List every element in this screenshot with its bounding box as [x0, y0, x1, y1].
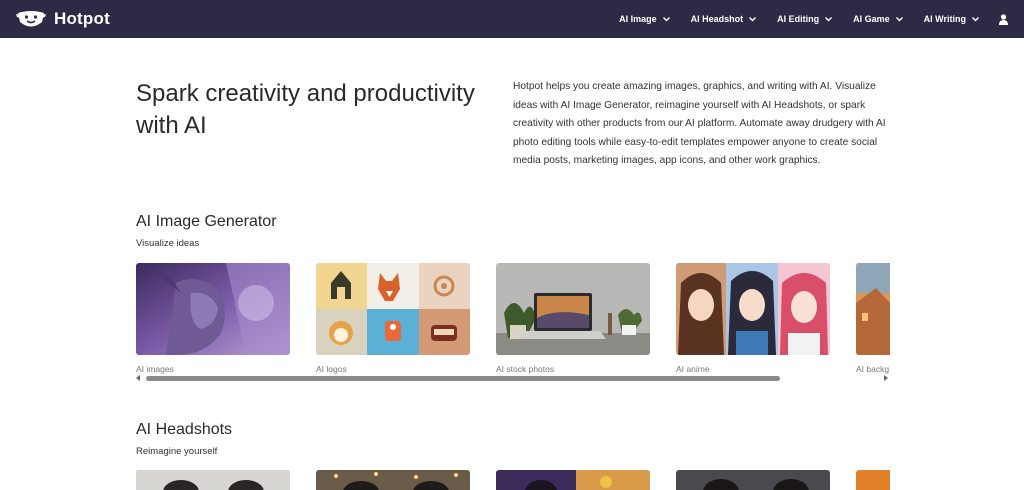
- image-generator-carousel: AI images AI logos AI stock photos AI an…: [136, 263, 890, 388]
- card-ai-images[interactable]: AI images: [136, 263, 290, 374]
- nav-label: AI Image: [619, 14, 657, 24]
- headshot-card[interactable]: [856, 470, 890, 490]
- chevron-down-icon: [972, 16, 979, 21]
- headshot-card[interactable]: [136, 470, 290, 490]
- nav-ai-image[interactable]: AI Image: [619, 14, 670, 24]
- brand-name: Hotpot: [54, 9, 110, 28]
- chevron-down-icon: [662, 16, 670, 21]
- user-account-icon[interactable]: [999, 13, 1008, 25]
- main-nav: AI Image AI Headshot AI Editing AI Game …: [598, 0, 1008, 38]
- hotpot-logo-icon: [16, 11, 46, 27]
- section-subtitle: Reimagine yourself: [136, 446, 218, 457]
- section-title-ai-image-generator[interactable]: AI Image Generator: [136, 213, 277, 231]
- top-navigation-bar: Hotpot AI Image AI Headshot AI Editing A…: [0, 0, 1024, 38]
- ai-anime-thumbnail: [676, 263, 830, 355]
- ai-images-thumbnail: [136, 263, 290, 355]
- headshots-carousel: [136, 470, 890, 490]
- card-ai-anime[interactable]: AI anime: [676, 263, 830, 374]
- hero-title: Spark creativity and productivity with A…: [136, 80, 475, 139]
- nav-label: AI Writing: [923, 14, 966, 24]
- card-ai-stock-photos[interactable]: AI stock photos: [496, 263, 650, 374]
- card-ai-backgrounds[interactable]: AI backg: [856, 263, 890, 374]
- scroll-left-arrow-icon[interactable]: [136, 375, 140, 381]
- carousel-scrollbar[interactable]: [136, 373, 890, 383]
- ai-backgrounds-thumbnail: [856, 263, 890, 355]
- hero-description: Hotpot helps you create amazing images, …: [513, 81, 886, 166]
- headshot-card[interactable]: [676, 470, 830, 490]
- section-subtitle: Visualize ideas: [136, 238, 200, 249]
- nav-label: AI Editing: [777, 14, 820, 24]
- ai-stock-photos-thumbnail: [496, 263, 650, 355]
- ai-logos-thumbnail: [316, 263, 470, 355]
- nav-ai-writing[interactable]: AI Writing: [924, 14, 979, 24]
- section-title-ai-headshots[interactable]: AI Headshots: [136, 421, 232, 439]
- nav-ai-headshot[interactable]: AI Headshot: [691, 14, 757, 24]
- headshot-card[interactable]: [316, 470, 470, 490]
- brand-logo[interactable]: Hotpot: [16, 8, 110, 30]
- chevron-down-icon: [895, 16, 903, 21]
- card-ai-logos[interactable]: AI logos: [316, 263, 470, 374]
- nav-label: AI Game: [853, 14, 890, 24]
- chevron-down-icon: [825, 16, 833, 21]
- scroll-right-arrow-icon[interactable]: [884, 375, 888, 381]
- chevron-down-icon: [749, 16, 757, 21]
- nav-label: AI Headshot: [690, 14, 744, 24]
- scrollbar-thumb[interactable]: [146, 376, 780, 381]
- nav-ai-editing[interactable]: AI Editing: [777, 14, 833, 24]
- nav-ai-game[interactable]: AI Game: [853, 14, 903, 24]
- headshot-card[interactable]: [496, 470, 650, 490]
